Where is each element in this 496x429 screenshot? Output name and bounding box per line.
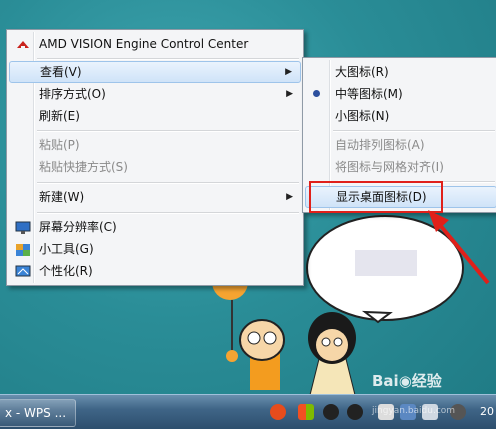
submenu-arrow-icon: ▶ <box>286 89 293 99</box>
menu-item-new[interactable]: 新建(W) ▶ <box>9 186 301 208</box>
submenu-item-large-icons[interactable]: 大图标(R) <box>305 61 496 83</box>
menu-item-label: 屏幕分辨率(C) <box>39 220 117 234</box>
menu-separator <box>37 130 299 132</box>
menu-item-screen-resolution[interactable]: 屏幕分辨率(C) <box>9 216 301 238</box>
menu-item-label: 刷新(E) <box>39 109 80 123</box>
submenu-item-auto-arrange: 自动排列图标(A) <box>305 134 496 156</box>
menu-item-paste-shortcut: 粘贴快捷方式(S) <box>9 156 301 178</box>
menu-item-label: 查看(V) <box>40 65 82 79</box>
menu-item-view[interactable]: 查看(V) ▶ <box>9 61 301 83</box>
menu-item-gadgets[interactable]: 小工具(G) <box>9 238 301 260</box>
submenu-item-medium-icons[interactable]: 中等图标(M) <box>305 83 496 105</box>
menu-item-label: 排序方式(O) <box>39 87 106 101</box>
watermark-url: jingyan.baidu.com <box>372 406 456 416</box>
desktop-background[interactable]: AMD VISION Engine Control Center 查看(V) ▶… <box>0 0 496 429</box>
menu-item-label: 小工具(G) <box>39 242 94 256</box>
amd-icon <box>15 37 31 51</box>
taskbar-item-wps[interactable]: x - WPS ... <box>0 399 76 427</box>
submenu-arrow-icon: ▶ <box>285 67 292 77</box>
radio-bullet-icon <box>313 90 320 97</box>
taskbar-item-label: x - WPS ... <box>5 406 67 420</box>
menu-item-label: 中等图标(M) <box>335 87 403 101</box>
windows-flag-icon[interactable] <box>298 404 314 420</box>
watermark-brand: Bai <box>372 372 399 390</box>
menu-item-paste: 粘贴(P) <box>9 134 301 156</box>
annotation-highlight-box <box>309 181 443 213</box>
menu-item-label: AMD VISION Engine Control Center <box>39 37 249 51</box>
menu-item-label: 自动排列图标(A) <box>335 138 425 152</box>
qq-icon[interactable] <box>347 404 363 420</box>
gadgets-icon <box>15 242 31 256</box>
sogou-icon[interactable] <box>270 404 286 420</box>
menu-item-label: 个性化(R) <box>39 264 93 278</box>
menu-item-label: 将图标与网格对齐(I) <box>335 160 444 174</box>
watermark-brand2: 经验 <box>411 372 442 390</box>
menu-item-amd[interactable]: AMD VISION Engine Control Center <box>9 33 301 55</box>
menu-item-personalize[interactable]: 个性化(R) <box>9 260 301 282</box>
submenu-arrow-icon: ▶ <box>286 192 293 202</box>
baidu-watermark: Bai◉经验 <box>372 370 442 391</box>
submenu-item-align-to-grid: 将图标与网格对齐(I) <box>305 156 496 178</box>
display-icon <box>15 220 31 234</box>
menu-separator <box>37 58 299 60</box>
submenu-item-small-icons[interactable]: 小图标(N) <box>305 105 496 127</box>
menu-separator <box>333 130 495 132</box>
menu-item-label: 小图标(N) <box>335 109 390 123</box>
menu-item-sort-by[interactable]: 排序方式(O) ▶ <box>9 83 301 105</box>
menu-separator <box>37 182 299 184</box>
menu-item-refresh[interactable]: 刷新(E) <box>9 105 301 127</box>
menu-item-label: 大图标(R) <box>335 65 389 79</box>
qq-icon[interactable] <box>323 404 339 420</box>
desktop-context-menu: AMD VISION Engine Control Center 查看(V) ▶… <box>6 29 304 286</box>
menu-item-label: 粘贴快捷方式(S) <box>39 160 128 174</box>
paw-icon: ◉ <box>398 372 412 390</box>
personalize-icon <box>15 264 31 278</box>
menu-item-label: 新建(W) <box>39 190 85 204</box>
menu-separator <box>37 212 299 214</box>
menu-item-label: 粘贴(P) <box>39 138 80 152</box>
taskbar-clock[interactable]: 20 <box>480 405 494 418</box>
